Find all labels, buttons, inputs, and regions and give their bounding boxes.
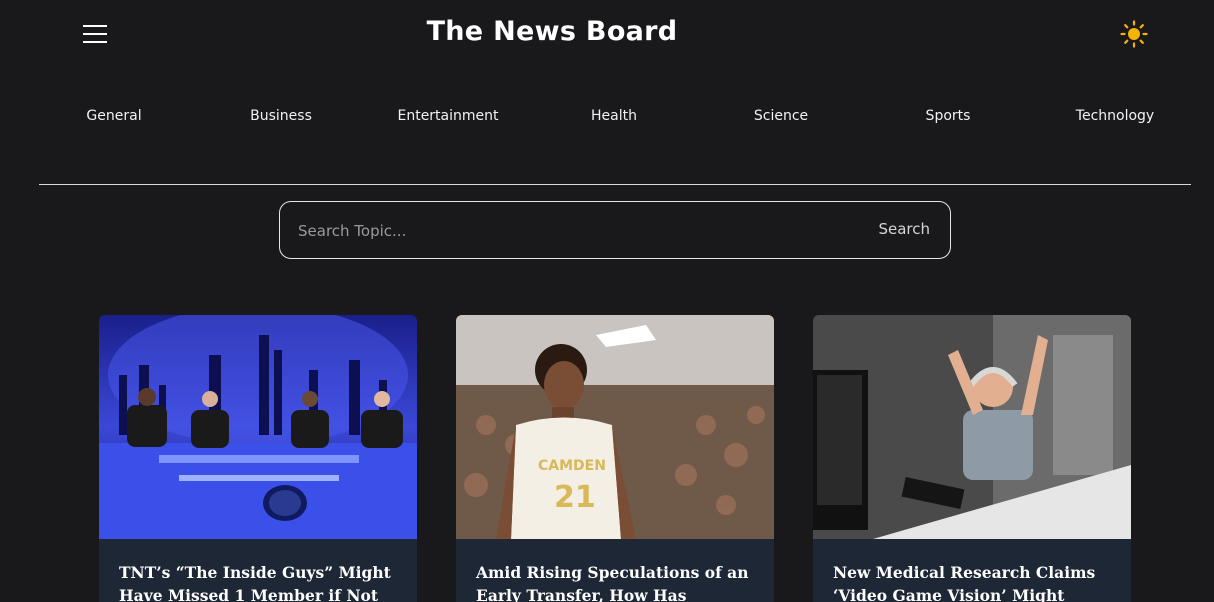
nav-item-entertainment[interactable]: Entertainment (397, 108, 498, 124)
article-card[interactable]: TNT’s “The Inside Guys” Might Have Misse… (99, 315, 417, 602)
divider (39, 184, 1191, 185)
category-nav: General Business Entertainment Health Sc… (0, 108, 1214, 128)
svg-text:21: 21 (554, 480, 596, 515)
article-title[interactable]: Amid Rising Speculations of an Early Tra… (456, 539, 774, 602)
search-bar: Search (279, 201, 951, 259)
nav-item-sports[interactable]: Sports (926, 108, 971, 124)
search-button[interactable]: Search (878, 220, 930, 238)
article-title[interactable]: TNT’s “The Inside Guys” Might Have Misse… (99, 539, 417, 602)
article-card[interactable]: New Medical Research Claims ‘Video Game … (813, 315, 1131, 602)
article-image (99, 315, 417, 539)
article-card[interactable]: CAMDEN 21 Amid Rising Speculations of an… (456, 315, 774, 602)
nav-item-technology[interactable]: Technology (1076, 108, 1154, 124)
nav-item-health[interactable]: Health (591, 108, 637, 124)
article-title[interactable]: New Medical Research Claims ‘Video Game … (813, 539, 1131, 602)
article-image (813, 315, 1131, 539)
nav-item-science[interactable]: Science (754, 108, 808, 124)
header: The News Board (0, 0, 1214, 70)
page-title: The News Board (426, 16, 678, 47)
article-image: CAMDEN 21 (456, 315, 774, 539)
svg-text:CAMDEN: CAMDEN (538, 458, 606, 474)
search-input[interactable] (298, 216, 838, 246)
sun-icon[interactable] (1120, 20, 1148, 48)
nav-item-business[interactable]: Business (250, 108, 312, 124)
nav-item-general[interactable]: General (86, 108, 141, 124)
